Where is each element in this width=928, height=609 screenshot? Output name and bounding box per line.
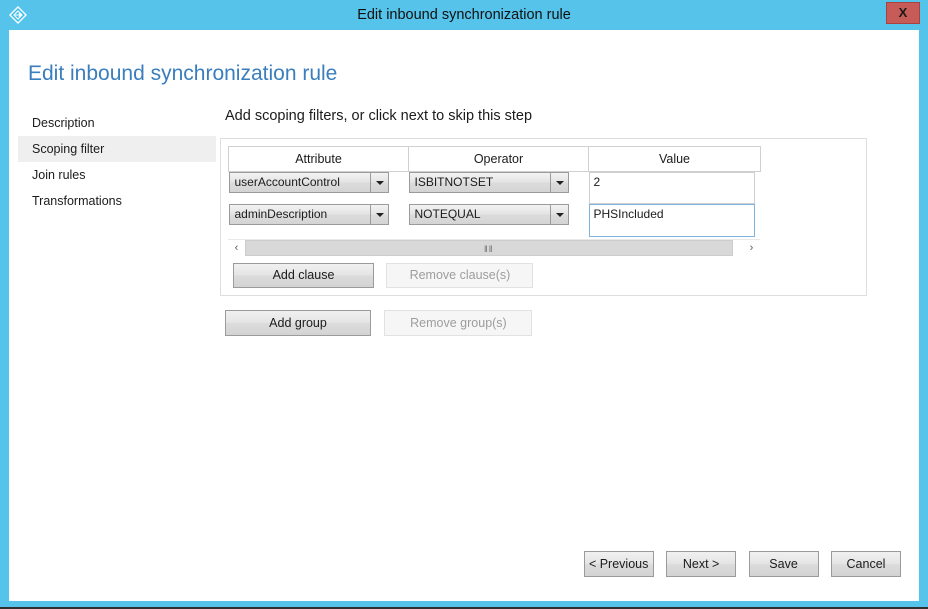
remove-clause-button: Remove clause(s) [386, 263, 534, 288]
value-input[interactable]: PHSIncluded [588, 204, 755, 237]
step-heading: Add scoping filters, or click next to sk… [225, 108, 533, 124]
operator-dropdown-value: ISBITNOTSET [414, 175, 494, 189]
sidebar-item-label: Description [32, 116, 95, 130]
column-header-value: Value [588, 146, 761, 172]
table-header-row: Attribute Operator Value [228, 146, 761, 172]
sidebar-item-join-rules[interactable]: Join rules [18, 162, 216, 188]
operator-dropdown[interactable]: NOTEQUAL [408, 204, 569, 225]
attribute-dropdown-value: adminDescription [234, 207, 328, 221]
chevron-down-icon[interactable] [549, 173, 568, 192]
page-title: Edit inbound synchronization rule [28, 62, 338, 85]
cell-operator: NOTEQUAL [408, 204, 589, 237]
scroll-right-arrow-icon[interactable]: › [743, 240, 760, 256]
cell-value: 2 [588, 172, 761, 204]
attribute-dropdown[interactable]: adminDescription [228, 204, 389, 225]
main-pane: Add scoping filters, or click next to sk… [220, 108, 910, 336]
scrollbar-thumb[interactable]: ‖‖ [245, 240, 733, 256]
chevron-down-icon[interactable] [369, 205, 388, 224]
sidebar-item-scoping-filter[interactable]: Scoping filter [18, 136, 216, 162]
sidebar-item-label: Scoping filter [32, 142, 105, 156]
table-row: userAccountControl ISBITNOTSET 2 [228, 172, 761, 205]
value-input[interactable]: 2 [588, 172, 755, 204]
sidebar-item-description[interactable]: Description [18, 110, 216, 136]
clause-table: Attribute Operator Value userAccountCont… [228, 146, 761, 237]
next-button[interactable]: Next > [666, 551, 737, 577]
edit-sync-rule-window: Edit inbound synchronization rule X Edit… [0, 0, 928, 609]
operator-dropdown[interactable]: ISBITNOTSET [408, 172, 569, 193]
operator-dropdown-value: NOTEQUAL [414, 207, 481, 221]
column-header-operator: Operator [408, 146, 589, 172]
sidebar-item-label: Transformations [32, 194, 122, 208]
scrollbar-grip-icon: ‖‖ [484, 244, 494, 254]
scroll-left-arrow-icon[interactable]: ‹ [228, 240, 245, 256]
attribute-dropdown[interactable]: userAccountControl [228, 172, 389, 193]
window-title: Edit inbound synchronization rule [357, 7, 571, 23]
chevron-down-icon[interactable] [549, 205, 568, 224]
footer: < Previous Next > Save Cancel [18, 541, 910, 593]
cell-operator: ISBITNOTSET [408, 172, 589, 205]
cell-attribute: userAccountControl [228, 172, 409, 205]
column-header-attribute: Attribute [228, 146, 409, 172]
table-row: adminDescription NOTEQUAL PHSIncluded [228, 204, 761, 237]
chevron-down-icon[interactable] [369, 173, 388, 192]
window-frame-left [0, 30, 9, 609]
sidebar-item-transformations[interactable]: Transformations [18, 188, 216, 214]
clause-button-row: Add clause Remove clause(s) [233, 263, 859, 288]
footer-button-group: < Previous Next > Save Cancel [576, 551, 901, 577]
add-group-button[interactable]: Add group [225, 310, 371, 336]
horizontal-scrollbar[interactable]: ‹ ‖‖ › [228, 239, 760, 256]
scrollbar-track[interactable]: ‖‖ [245, 240, 733, 256]
window-frame-right [919, 30, 928, 609]
attribute-dropdown-value: userAccountControl [234, 175, 340, 189]
client-area: Edit inbound synchronization rule Descri… [9, 30, 919, 601]
cancel-button[interactable]: Cancel [831, 551, 901, 577]
previous-button[interactable]: < Previous [583, 551, 654, 577]
sidebar: Description Scoping filter Join rules Tr… [18, 110, 216, 214]
add-clause-button[interactable]: Add clause [233, 263, 374, 288]
scoping-group-panel: Attribute Operator Value userAccountCont… [220, 138, 867, 296]
group-button-row: Add group Remove group(s) [225, 310, 910, 336]
close-button[interactable]: X [886, 2, 920, 24]
sidebar-item-label: Join rules [32, 168, 86, 182]
remove-group-button: Remove group(s) [384, 310, 533, 336]
cell-attribute: adminDescription [228, 204, 409, 237]
save-button[interactable]: Save [748, 551, 819, 577]
cell-value: PHSIncluded [588, 204, 761, 237]
title-bar: Edit inbound synchronization rule X [0, 0, 928, 30]
